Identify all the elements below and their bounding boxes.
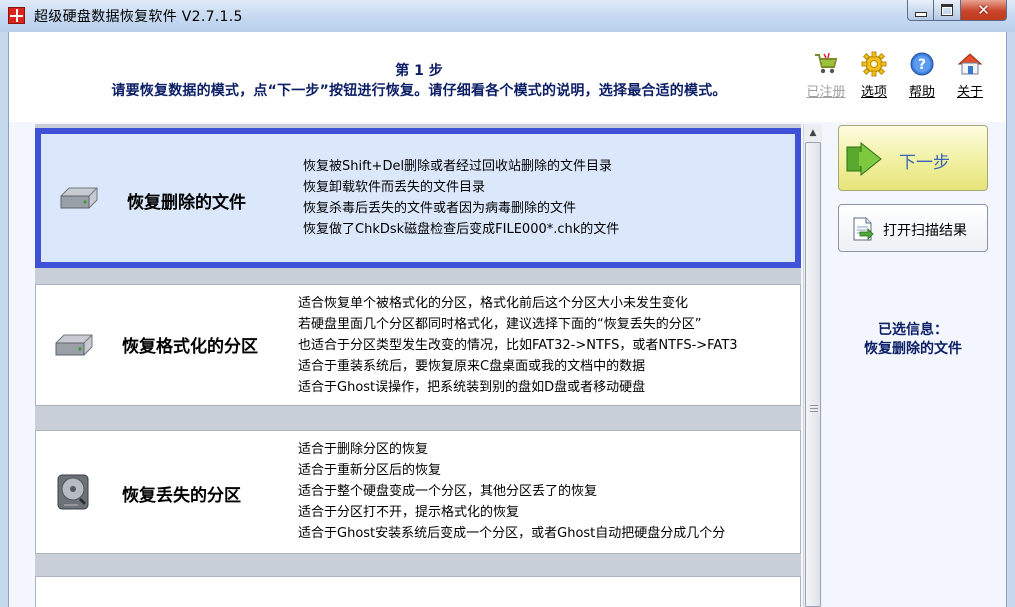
- mode-description-line: 适合于分区打不开，提示格式化的恢复: [298, 505, 520, 520]
- mode-description-line: 若硬盘里面几个分区都同时格式化，建议选择下面的“恢复丢失的分区”: [298, 317, 702, 332]
- close-icon: ✕: [977, 0, 990, 19]
- window-title: 超级硬盘数据恢复软件 V2.7.1.5: [34, 9, 243, 25]
- minimize-icon: [914, 11, 927, 17]
- mode-name: 恢复格式化的分区: [122, 337, 258, 357]
- svg-text:?: ?: [918, 57, 926, 73]
- mode-lost-partition[interactable]: 恢复丢失的分区 适合于删除分区的恢复 适合于重新分区后的恢复 适合于整个硬盘变成…: [35, 430, 801, 554]
- hard-disk-icon: [52, 471, 96, 511]
- scroll-grip: [810, 405, 818, 412]
- selection-info-label: 已选信息：: [878, 322, 948, 338]
- home-icon: [956, 50, 984, 78]
- scroll-up-icon[interactable]: ▲: [804, 124, 822, 141]
- step-instruction: 请要恢复数据的模式，点“下一步”按钮进行恢复。请仔细看各个模式的说明，选择最合适…: [111, 83, 727, 99]
- disk-drive-icon: [57, 178, 101, 218]
- mode-description-line: 适合于整个硬盘变成一个分区，其他分区丢了的恢复: [298, 484, 598, 499]
- scroll-thumb[interactable]: [805, 142, 821, 607]
- mode-formatted-partition[interactable]: 恢复格式化的分区 适合恢复单个被格式化的分区，格式化前后这个分区大小未发生变化 …: [35, 284, 801, 406]
- toolbar: 已注册 选项 ? 帮助 关于: [802, 50, 994, 100]
- arrow-right-icon: [845, 141, 889, 177]
- main-window: 第 1 步 请要恢复数据的模式，点“下一步”按钮进行恢复。请仔细看各个模式的说明…: [8, 32, 1007, 607]
- mode-description-line: 恢复被Shift+Del删除或者经过回收站删除的文件目录: [303, 159, 613, 174]
- mode-delete-files[interactable]: 恢复删除的文件 恢复被Shift+Del删除或者经过回收站删除的文件目录 恢复卸…: [35, 128, 801, 268]
- mode-description-line: 适合于重装系统后，要恢复原来C盘桌面或我的文档中的数据: [298, 359, 646, 374]
- header: 第 1 步 请要恢复数据的模式，点“下一步”按钮进行恢复。请仔细看各个模式的说明…: [9, 32, 1006, 122]
- mode-list[interactable]: 恢复删除的文件 恢复被Shift+Del删除或者经过回收站删除的文件目录 恢复卸…: [35, 124, 801, 607]
- mode-description: 恢复被Shift+Del删除或者经过回收站删除的文件目录 恢复卸载软件而丢失的文…: [303, 156, 619, 240]
- mode-list-scrollbar[interactable]: ▲: [803, 124, 822, 607]
- mode-description-line: 适合于Ghost误操作，把系统装到别的盘如D盘或者移动硬盘: [298, 380, 646, 395]
- mode-description-line: 恢复杀毒后丢失的文件或者因为病毒删除的文件: [303, 201, 577, 216]
- title-bar: 超级硬盘数据恢复软件 V2.7.1.5 ✕: [0, 0, 1015, 32]
- registered-button[interactable]: 已注册: [802, 50, 850, 100]
- about-button[interactable]: 关于: [946, 50, 994, 100]
- step-title: 第 1 步: [395, 63, 443, 79]
- mode-description: 适合恢复单个被格式化的分区，格式化前后这个分区大小未发生变化 若硬盘里面几个分区…: [298, 293, 738, 398]
- mode-name: 恢复丢失的分区: [122, 486, 241, 506]
- registered-label: 已注册: [806, 85, 846, 100]
- disk-drive-icon: [52, 325, 96, 365]
- mode-description: 适合于删除分区的恢复 适合于重新分区后的恢复 适合于整个硬盘变成一个分区，其他分…: [298, 439, 725, 544]
- help-button[interactable]: ? 帮助: [898, 50, 946, 100]
- mode-description-line: 适合于删除分区的恢复: [298, 442, 429, 457]
- mode-next-partial[interactable]: [35, 576, 801, 607]
- mode-description-line: 适合于Ghost安装系统后变成一个分区，或者Ghost自动把硬盘分成几个分: [298, 526, 726, 541]
- mode-description-line: 适合于重新分区后的恢复: [298, 463, 442, 478]
- options-button[interactable]: 选项: [850, 50, 898, 100]
- mode-description-line: 也适合于分区类型发生改变的情况，比如FAT32->NTFS，或者NTFS->FA…: [298, 338, 738, 353]
- selection-info-value: 恢复删除的文件: [864, 341, 962, 357]
- minimize-button[interactable]: [907, 0, 934, 21]
- about-label: 关于: [956, 85, 983, 100]
- mode-description-line: 恢复做了ChkDsk磁盘检查后变成FILE000*.chk的文件: [303, 222, 620, 237]
- mode-description-line: 适合恢复单个被格式化的分区，格式化前后这个分区大小未发生变化: [298, 296, 689, 311]
- help-label: 帮助: [908, 85, 935, 100]
- document-icon: [849, 216, 875, 242]
- next-button[interactable]: 下一步: [838, 125, 988, 191]
- open-scan-results-button[interactable]: 打开扫描结果: [838, 204, 988, 252]
- next-label: 下一步: [899, 153, 950, 173]
- mode-name: 恢复删除的文件: [127, 193, 246, 213]
- maximize-icon: [941, 4, 953, 16]
- options-label: 选项: [860, 85, 887, 100]
- window-controls: ✕: [907, 0, 1007, 22]
- open-scan-results-label: 打开扫描结果: [883, 223, 967, 239]
- cart-icon: [812, 50, 840, 78]
- gear-icon: [860, 50, 888, 78]
- maximize-button[interactable]: [934, 0, 961, 21]
- close-button[interactable]: ✕: [961, 0, 1007, 21]
- mode-description-line: 恢复卸载软件而丢失的文件目录: [303, 180, 486, 195]
- help-icon: ?: [908, 50, 936, 78]
- app-icon[interactable]: [8, 7, 25, 24]
